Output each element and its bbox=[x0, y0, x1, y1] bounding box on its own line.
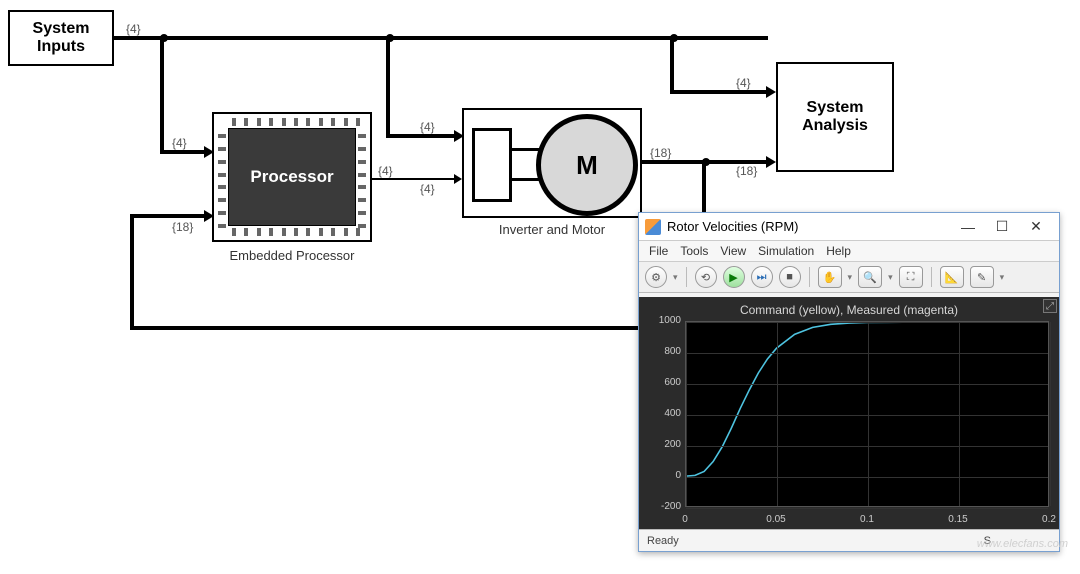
block-inverter-motor[interactable]: M bbox=[462, 108, 642, 218]
bus-line bbox=[130, 214, 134, 330]
close-button[interactable]: ✕ bbox=[1019, 216, 1053, 238]
signal-label: {18} bbox=[650, 146, 671, 160]
measure-icon[interactable]: 📐 bbox=[940, 266, 964, 288]
signal-label: {4} bbox=[420, 182, 435, 196]
highlight-icon[interactable]: ✎ bbox=[970, 266, 994, 288]
signal-label: {4} bbox=[378, 164, 393, 178]
signal-label: {4} bbox=[126, 22, 141, 36]
plot-area: Command (yellow), Measured (magenta) ⤢ -… bbox=[639, 297, 1059, 529]
block-caption: Embedded Processor bbox=[212, 248, 372, 263]
x-tick: 0.1 bbox=[860, 514, 874, 525]
watermark-text: www.elecfans.com bbox=[977, 538, 1068, 550]
axes[interactable] bbox=[685, 321, 1049, 507]
step-icon[interactable]: ⏭ bbox=[751, 266, 773, 288]
y-tick: 600 bbox=[643, 377, 681, 388]
menu-view[interactable]: View bbox=[720, 244, 746, 258]
y-tick: 1000 bbox=[643, 315, 681, 326]
bus-line bbox=[670, 36, 674, 92]
stop-icon[interactable]: ■ bbox=[779, 266, 801, 288]
gear-icon[interactable]: ⚙ bbox=[645, 266, 667, 288]
signal-label: {4} bbox=[172, 136, 187, 150]
scope-titlebar[interactable]: Rotor Velocities (RPM) — ☐ ✕ bbox=[639, 213, 1059, 241]
bus-line bbox=[386, 134, 456, 138]
maximize-button[interactable]: ☐ bbox=[985, 216, 1019, 238]
block-embedded-processor[interactable]: Processor bbox=[212, 112, 372, 242]
y-tick: -200 bbox=[643, 501, 681, 512]
zoom-icon[interactable]: ✋ bbox=[818, 266, 842, 288]
block-system-inputs[interactable]: System Inputs bbox=[8, 10, 114, 66]
window-title: Rotor Velocities (RPM) bbox=[667, 219, 798, 234]
menu-bar: File Tools View Simulation Help bbox=[639, 241, 1059, 262]
status-text: Ready bbox=[647, 535, 679, 547]
x-tick: 0.2 bbox=[1042, 514, 1056, 525]
motor-icon: M bbox=[536, 114, 638, 216]
signal-line bbox=[372, 178, 456, 180]
motor-letter: M bbox=[576, 150, 598, 181]
x-tick: 0.05 bbox=[766, 514, 785, 525]
scope-window[interactable]: Rotor Velocities (RPM) — ☐ ✕ File Tools … bbox=[638, 212, 1060, 552]
expand-icon[interactable]: ⤢ bbox=[1043, 299, 1057, 313]
bus-line bbox=[670, 90, 768, 94]
restart-icon[interactable]: ⟲ bbox=[695, 266, 717, 288]
menu-simulation[interactable]: Simulation bbox=[758, 244, 814, 258]
signal-label: {18} bbox=[172, 220, 193, 234]
y-tick: 200 bbox=[643, 439, 681, 450]
signal-label: {4} bbox=[420, 120, 435, 134]
bus-line bbox=[386, 36, 390, 136]
signal-label: {18} bbox=[736, 164, 757, 178]
x-tick: 0 bbox=[682, 514, 688, 525]
signal-label: {4} bbox=[736, 76, 751, 90]
plot-title: Command (yellow), Measured (magenta) bbox=[643, 301, 1055, 321]
arrow-icon bbox=[766, 86, 776, 98]
block-label: System Inputs bbox=[10, 20, 112, 56]
menu-file[interactable]: File bbox=[649, 244, 668, 258]
y-tick: 800 bbox=[643, 346, 681, 357]
toolbar: ⚙▾ ⟲ ▶ ⏭ ■ ✋▾ 🔍▾ ⛶ 📐 ✎▾ bbox=[639, 262, 1059, 293]
block-caption: Inverter and Motor bbox=[462, 222, 642, 237]
minimize-button[interactable]: — bbox=[951, 216, 985, 238]
block-label: System Analysis bbox=[786, 99, 884, 135]
chip-body: Processor bbox=[228, 128, 356, 226]
bus-line bbox=[130, 326, 706, 330]
fit-icon[interactable]: ⛶ bbox=[899, 266, 923, 288]
arrow-icon bbox=[204, 210, 214, 222]
play-icon[interactable]: ▶ bbox=[723, 266, 745, 288]
block-label: Processor bbox=[250, 167, 333, 187]
block-system-analysis[interactable]: System Analysis bbox=[776, 62, 894, 172]
y-tick: 400 bbox=[643, 408, 681, 419]
x-tick: 0.15 bbox=[948, 514, 967, 525]
arrow-icon bbox=[766, 156, 776, 168]
zoom2-icon[interactable]: 🔍 bbox=[858, 266, 882, 288]
menu-help[interactable]: Help bbox=[826, 244, 851, 258]
bus-line bbox=[160, 150, 206, 154]
menu-tools[interactable]: Tools bbox=[680, 244, 708, 258]
app-icon bbox=[645, 219, 661, 235]
bus-line bbox=[130, 214, 206, 218]
arrow-icon bbox=[454, 174, 462, 184]
y-tick: 0 bbox=[643, 470, 681, 481]
bus-line bbox=[160, 36, 164, 152]
inverter-icon bbox=[472, 128, 512, 202]
